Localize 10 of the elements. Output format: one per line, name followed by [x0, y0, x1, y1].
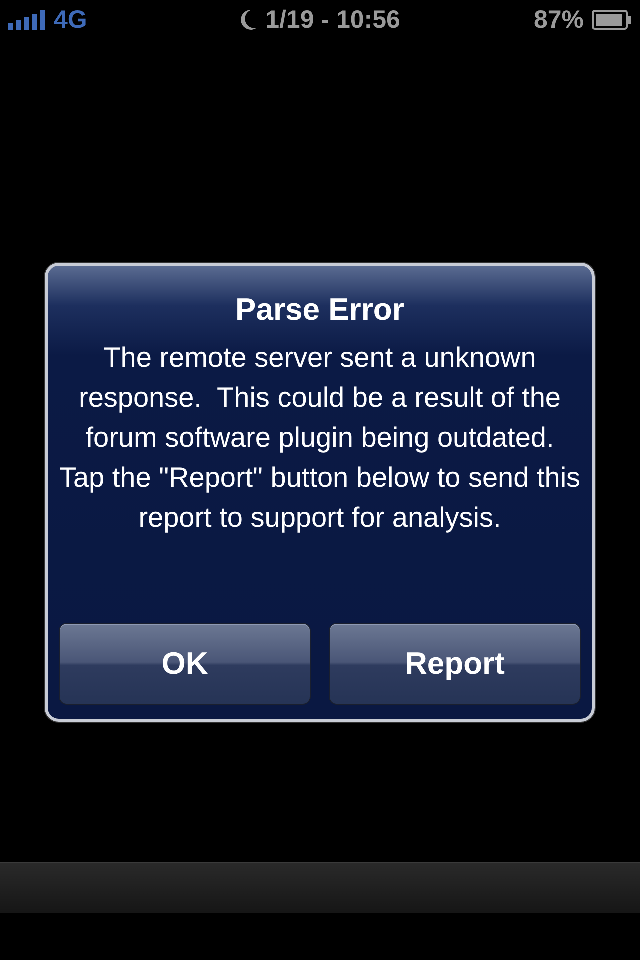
ok-button[interactable]: OK	[59, 623, 311, 705]
battery-percentage: 87%	[534, 6, 584, 34]
alert-title: Parse Error	[236, 292, 404, 328]
report-button[interactable]: Report	[329, 623, 581, 705]
signal-icon	[8, 10, 46, 30]
network-type: 4G	[54, 6, 88, 34]
battery-icon	[592, 10, 632, 30]
status-time: 1/19 - 10:56	[266, 6, 400, 34]
moon-icon	[240, 9, 258, 31]
alert-message: The remote server sent a unknown response. This could be a result of the forum software plugin being outdated. Tap the "Report" button below to send this report to support for analysis.	[58, 341, 582, 535]
